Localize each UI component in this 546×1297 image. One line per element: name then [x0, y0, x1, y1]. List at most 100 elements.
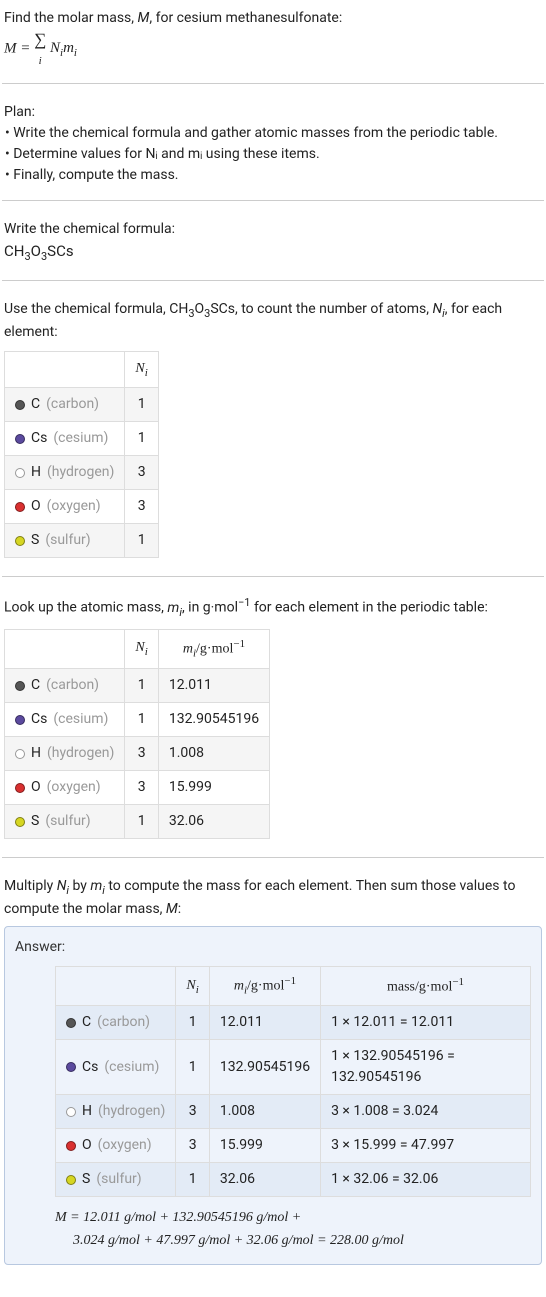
cell-element: S (sulfur): [5, 805, 125, 839]
cell-n: 1: [125, 422, 158, 456]
table-row: Cs (cesium) 1: [5, 422, 159, 456]
element-cell: O (oxygen): [15, 496, 114, 517]
table-row: Cs (cesium) 1 132.90545196: [5, 703, 270, 737]
cell-m: 12.011: [209, 1006, 320, 1040]
cell-m: 15.999: [158, 771, 269, 805]
element-dot-icon: [15, 502, 25, 512]
cell-element: H (hydrogen): [5, 456, 125, 490]
cell-n: 3: [176, 1095, 209, 1129]
cell-m: 32.06: [209, 1163, 320, 1197]
cell-m: 1.008: [209, 1095, 320, 1129]
element-dot-icon: [15, 817, 25, 827]
element-cell: S (sulfur): [15, 811, 114, 832]
element-name: (cesium): [53, 428, 108, 449]
eq-lhs: M: [4, 40, 17, 56]
cell-n: 1: [176, 1040, 209, 1095]
sigma-index: i: [39, 55, 42, 67]
element-name: (carbon): [46, 675, 99, 696]
formula-section: Write the chemical formula: CH3O3SCs: [2, 215, 544, 281]
cell-n: 1: [125, 388, 158, 422]
answer-label: Answer:: [15, 937, 531, 958]
answer-table: Ni mi/g·mol−1 mass/g·mol−1 C (carbon) 1 …: [55, 966, 531, 1197]
cell-mass: 1 × 32.06 = 32.06: [321, 1163, 531, 1197]
cell-element: S (sulfur): [5, 524, 125, 558]
cell-mass: 1 × 132.90545196 = 132.90545196: [321, 1040, 531, 1095]
element-cell: O (oxygen): [15, 777, 114, 798]
element-dot-icon: [15, 783, 25, 793]
element-cell: H (hydrogen): [15, 462, 114, 483]
element-dot-icon: [15, 536, 25, 546]
element-name: (carbon): [46, 394, 99, 415]
element-name: (sulfur): [45, 811, 90, 832]
cell-n: 1: [125, 524, 158, 558]
cell-m: 1.008: [158, 737, 269, 771]
cell-n: 3: [176, 1129, 209, 1163]
th-blank: [56, 967, 176, 1006]
th-blank: [5, 630, 125, 669]
cell-element: C (carbon): [5, 669, 125, 703]
intro-var: M: [138, 10, 150, 26]
cell-m: 132.90545196: [209, 1040, 320, 1095]
final-equation: M = 12.011 g/mol + 132.90545196 g/mol + …: [55, 1207, 531, 1252]
table-row: O (oxygen) 3 15.999: [5, 771, 270, 805]
table-row: H (hydrogen) 3: [5, 456, 159, 490]
table-row: S (sulfur) 1: [5, 524, 159, 558]
element-symbol: S: [31, 530, 39, 551]
element-symbol: O: [82, 1135, 92, 1156]
intro-suffix: , for cesium methanesulfonate:: [149, 10, 342, 26]
inline-var: Ni: [432, 301, 444, 317]
element-cell: C (carbon): [15, 675, 114, 696]
element-dot-icon: [15, 715, 25, 725]
element-symbol: O: [31, 777, 41, 798]
element-name: (cesium): [104, 1057, 159, 1078]
element-symbol: S: [82, 1169, 90, 1190]
mass-table: Ni mi/g·mol−1 C (carbon) 1 12.011 Cs (ce…: [4, 629, 270, 839]
cell-element: O (oxygen): [5, 771, 125, 805]
plan-section: Plan: Write the chemical formula and gat…: [2, 98, 544, 201]
cell-element: H (hydrogen): [5, 737, 125, 771]
element-dot-icon: [66, 1175, 76, 1185]
intro-section: Find the molar mass, M, for cesium metha…: [2, 4, 544, 84]
count-text: Use the chemical formula, CH3O3SCs, to c…: [4, 299, 542, 343]
table-header-row: Ni mi/g·mol−1: [5, 630, 270, 669]
th-n: Ni: [125, 630, 158, 669]
cell-element: Cs (cesium): [5, 703, 125, 737]
table-row: O (oxygen) 3: [5, 490, 159, 524]
element-symbol: Cs: [82, 1057, 98, 1078]
element-symbol: C: [31, 675, 40, 696]
th-n: Ni: [125, 351, 158, 387]
element-symbol: H: [31, 462, 41, 483]
element-name: (hydrogen): [98, 1101, 165, 1122]
cell-mass: 1 × 12.011 = 12.011: [321, 1006, 531, 1040]
chemical-formula: CH3O3SCs: [4, 240, 542, 266]
element-name: (hydrogen): [47, 743, 114, 764]
cell-element: O (oxygen): [56, 1129, 176, 1163]
answer-block: Answer: Ni mi/g·mol−1 mass/g·mol−1 C (ca…: [4, 926, 542, 1265]
element-cell: Cs (cesium): [66, 1057, 165, 1078]
plan-item: Finally, compute the mass.: [5, 165, 542, 186]
table-header-row: Ni mi/g·mol−1 mass/g·mol−1: [56, 967, 531, 1006]
element-name: (hydrogen): [47, 462, 114, 483]
table-row: S (sulfur) 1 32.06: [5, 805, 270, 839]
element-dot-icon: [15, 681, 25, 691]
cell-m: 12.011: [158, 669, 269, 703]
cell-n: 1: [125, 703, 158, 737]
element-name: (carbon): [97, 1012, 150, 1033]
intro-prefix: Find the molar mass,: [4, 10, 138, 26]
element-name: (sulfur): [96, 1169, 141, 1190]
element-dot-icon: [66, 1107, 76, 1117]
table-header-row: Ni: [5, 351, 159, 387]
plan-list: Write the chemical formula and gather at…: [4, 123, 542, 186]
th-n: Ni: [176, 967, 209, 1006]
mass-lookup-text: Look up the atomic mass, mi, in g·mol−1 …: [4, 595, 542, 621]
element-dot-icon: [15, 434, 25, 444]
element-cell: H (hydrogen): [15, 743, 114, 764]
element-cell: Cs (cesium): [15, 709, 114, 730]
cell-element: O (oxygen): [5, 490, 125, 524]
inline-var: mi: [167, 600, 182, 616]
sigma-icon: ∑: [34, 30, 46, 49]
element-symbol: C: [82, 1012, 91, 1033]
cell-n: 1: [125, 805, 158, 839]
table-row: H (hydrogen) 3 1.008 3 × 1.008 = 3.024: [56, 1095, 531, 1129]
element-name: (oxygen): [47, 496, 101, 517]
